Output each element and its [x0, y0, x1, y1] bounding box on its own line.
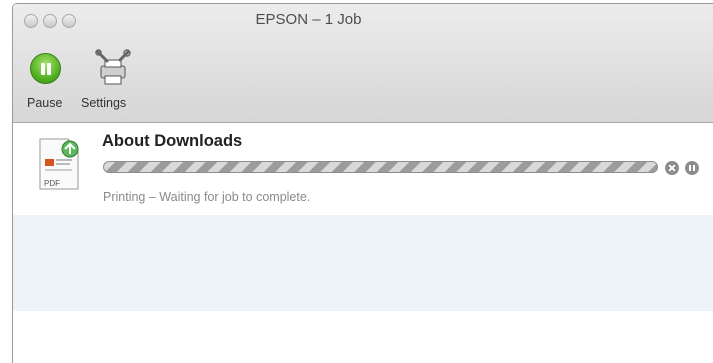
- pdf-document-icon: PDF: [39, 138, 79, 190]
- job-progress-bar: [103, 161, 658, 173]
- settings-tools-icon[interactable]: [95, 48, 131, 88]
- print-queue-window: EPSON – 1 Job Pause Settings PDF About D…: [12, 3, 713, 363]
- job-name: About Downloads: [102, 132, 243, 150]
- hold-icon[interactable]: [685, 161, 699, 175]
- settings-button-label[interactable]: Settings: [81, 96, 126, 110]
- job-status-text: Printing – Waiting for job to complete.: [103, 190, 311, 204]
- pause-icon[interactable]: [30, 53, 61, 84]
- pause-button-label[interactable]: Pause: [27, 96, 62, 110]
- window-title: EPSON – 1 Job: [255, 11, 362, 28]
- title-toolbar: EPSON – 1 Job Pause Settings: [13, 4, 713, 123]
- svg-text:PDF: PDF: [44, 179, 60, 188]
- cancel-icon[interactable]: [665, 161, 679, 175]
- empty-queue-row: [13, 215, 713, 311]
